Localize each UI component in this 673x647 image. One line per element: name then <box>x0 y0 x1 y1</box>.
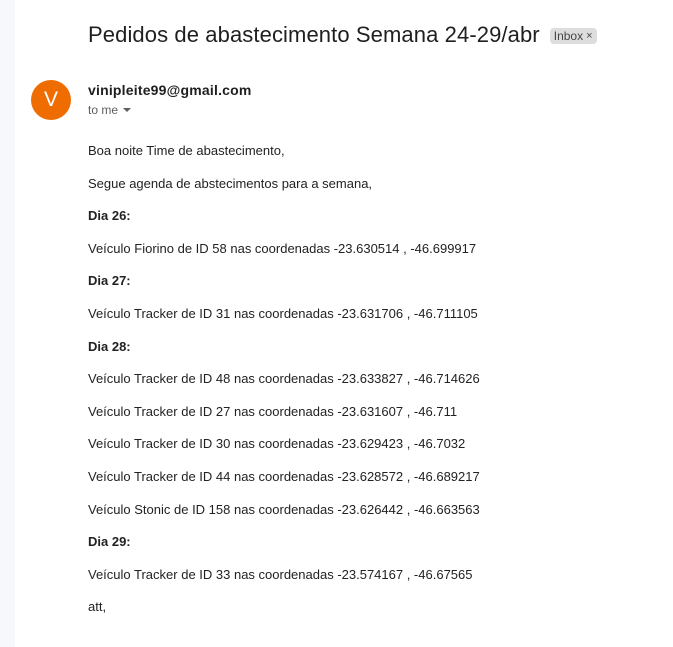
email-body: Boa noite Time de abastecimento, Segue ag… <box>88 141 658 630</box>
chevron-down-icon <box>123 108 132 112</box>
body-day-heading: Dia 26: <box>88 208 131 224</box>
avatar-initial: V <box>43 88 58 111</box>
body-paragraph: att, <box>88 599 107 615</box>
body-day-heading: Dia 28: <box>88 338 131 354</box>
body-paragraph: Veículo Tracker de ID 31 nas coordenadas… <box>88 305 478 321</box>
recipient-details-toggle[interactable]: to me <box>88 103 132 117</box>
body-paragraph: Veículo Tracker de ID 30 nas coordenadas… <box>88 436 466 452</box>
email-subject: Pedidos de abastecimento Semana 24-29/ab… <box>88 22 540 47</box>
body-paragraph: Segue agenda de abstecimentos para a sem… <box>88 175 373 191</box>
sender-email[interactable]: vinipleite99@gmail.com <box>88 82 252 98</box>
body-day-heading: Dia 27: <box>88 273 131 289</box>
body-paragraph: Boa noite Time de abastecimento, <box>88 143 285 158</box>
remove-label-icon[interactable]: × <box>586 28 592 44</box>
body-paragraph: Veículo Tracker de ID 33 nas coordenadas… <box>88 566 473 582</box>
body-paragraph: Veículo Tracker de ID 27 nas coordenadas… <box>88 403 458 419</box>
inbox-label-text: Inbox <box>553 29 584 43</box>
body-paragraph: Veículo Fiorino de ID 58 nas coordenadas… <box>88 240 477 256</box>
body-paragraph: Veículo Stonic de ID 158 nas coordenadas… <box>88 501 480 517</box>
recipient-text: to me <box>88 103 119 117</box>
sender-avatar[interactable]: V <box>31 80 71 120</box>
inbox-label-chip[interactable]: Inbox × <box>549 28 597 44</box>
body-paragraph: Veículo Tracker de ID 44 nas coordenadas… <box>88 468 480 484</box>
body-paragraph: Veículo Tracker de ID 48 nas coordenadas… <box>88 371 480 387</box>
body-day-heading: Dia 29: <box>88 534 131 550</box>
subject-row: Pedidos de abastecimento Semana 24-29/ab… <box>88 22 597 48</box>
